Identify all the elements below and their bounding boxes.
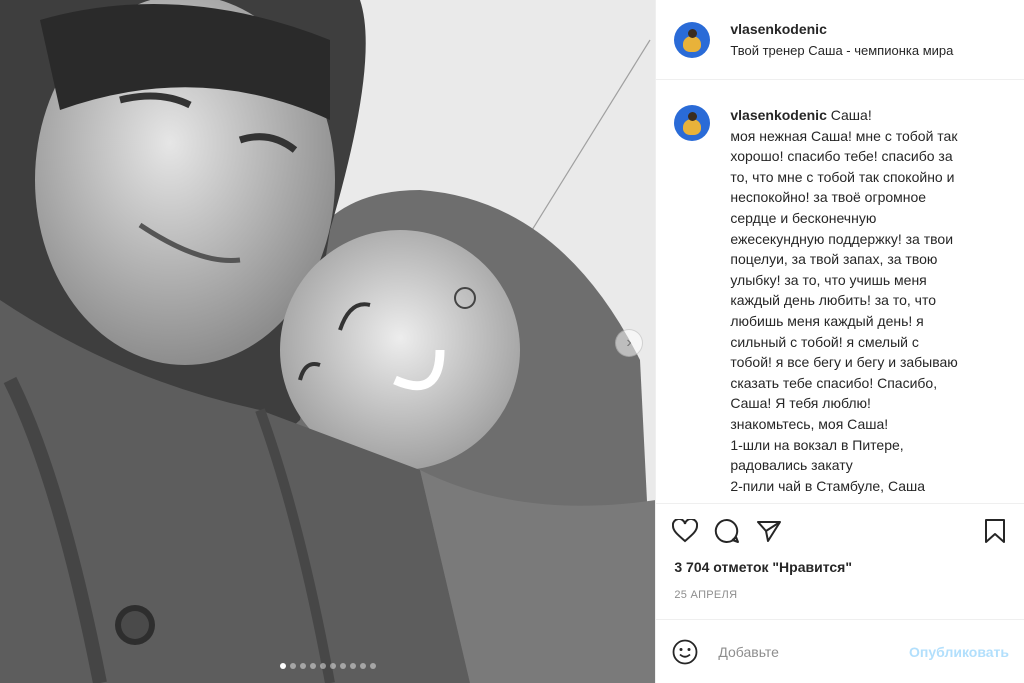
caption-line: улыбку! за то, что учишь меня — [730, 271, 927, 288]
caption-line: сказать тебе спасибо! Спасибо, — [730, 374, 938, 391]
caption: vlasenkodenic Саша! моя нежная Саша! мне… — [730, 105, 998, 503]
header-text: vlasenkodenic Твой тренер Саша - чемпион… — [730, 20, 953, 60]
post-sidebar: vlasenkodenic Твой тренер Саша - чемпион… — [655, 0, 1024, 683]
post-date[interactable]: 25 АПРЕЛЯ — [656, 589, 1024, 619]
caption-line: знакомьтесь, моя Саша! — [730, 415, 889, 432]
caption-username[interactable]: vlasenkodenic — [730, 107, 827, 123]
caption-lines: моя нежная Саша! мне с тобой так хорошо! … — [730, 126, 998, 497]
send-icon — [757, 520, 782, 542]
carousel-indicator — [0, 663, 655, 669]
caption-line: 2-пили чай в Стамбуле, Саша — [730, 477, 926, 494]
caption-line: каждый день любить! за то, что — [730, 292, 936, 309]
caption-line: Саша! Я тебя люблю! — [730, 395, 871, 412]
header-location[interactable]: Твой тренер Саша - чемпионка мира — [730, 42, 953, 60]
caption-line: моя нежная Саша! мне с тобой так — [730, 127, 958, 144]
publish-button[interactable]: Опубликовать — [909, 644, 1009, 660]
comment-input[interactable] — [716, 642, 891, 661]
caption-line: сердце и бесконечную — [730, 209, 877, 226]
carousel-dot — [370, 663, 376, 669]
carousel-dot — [310, 663, 316, 669]
smiley-icon — [672, 639, 698, 664]
carousel-dot — [280, 663, 286, 669]
caption-area: vlasenkodenic Саша! моя нежная Саша! мне… — [656, 80, 1024, 503]
carousel-dot — [360, 663, 366, 669]
likes-count[interactable]: 3 704 отметок "Нравится" — [656, 559, 1024, 575]
instagram-post: › vlasenkodenic Твой тренер Саша - чемпи… — [0, 0, 1024, 683]
photo-illustration — [0, 0, 656, 683]
comment-button[interactable] — [713, 517, 741, 545]
chevron-right-icon: › — [626, 334, 632, 351]
caption-line: хорошо! спасибо тебе! спасибо за — [730, 148, 953, 165]
caption-line: сильный с тобой! я смелый с — [730, 333, 919, 350]
caption-first-line: vlasenkodenic Саша! — [730, 105, 998, 126]
carousel-dot — [340, 663, 346, 669]
caption-line: неспокойно! за твоё огромное — [730, 189, 927, 206]
caption-line: то, что мне с тобой так спокойно и — [730, 168, 955, 185]
caption-line: 1-шли на вокзал в Питере, — [730, 436, 904, 453]
action-bar — [656, 503, 1024, 557]
header-username[interactable]: vlasenkodenic — [730, 20, 953, 38]
post-photo[interactable]: › — [0, 0, 656, 683]
share-button[interactable] — [755, 517, 783, 545]
next-slide-button[interactable]: › — [615, 329, 643, 357]
caption-line: ежесекундную поддержку! за твои — [730, 230, 954, 247]
like-button[interactable] — [671, 517, 699, 545]
caption-line: любишь меня каждый день! я — [730, 312, 924, 329]
carousel-dot — [330, 663, 336, 669]
caption-line: тобой! я все бегу и бегу и забываю — [730, 354, 958, 371]
caption-avatar[interactable] — [674, 105, 711, 141]
caption-first-text: Саша! — [830, 107, 872, 123]
carousel-dot — [350, 663, 356, 669]
carousel-dot — [290, 663, 296, 669]
carousel-dot — [320, 663, 326, 669]
avatar[interactable] — [674, 21, 711, 58]
heart-icon — [672, 518, 699, 542]
carousel-dot — [300, 663, 306, 669]
caption-line: поцелуи, за твой запах, за твою — [730, 251, 938, 268]
caption-line: радовались закату — [730, 457, 853, 474]
comment-icon — [715, 518, 740, 543]
comment-bar: Опубликовать — [656, 619, 1024, 683]
emoji-button[interactable] — [671, 638, 699, 666]
post-header: vlasenkodenic Твой тренер Саша - чемпион… — [656, 0, 1024, 80]
save-button[interactable] — [981, 517, 1009, 545]
bookmark-icon — [985, 518, 1005, 543]
